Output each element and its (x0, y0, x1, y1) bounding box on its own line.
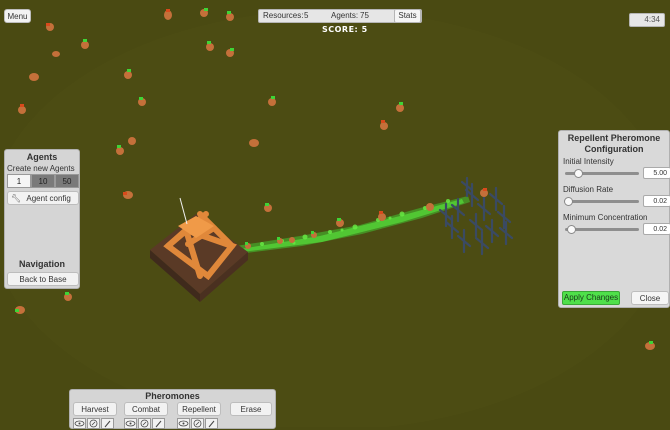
minimum-concentration-value[interactable]: 0.02 (643, 223, 670, 235)
combat-wrench-icon[interactable] (152, 418, 165, 429)
diffusion-rate-value[interactable]: 0.02 (643, 195, 670, 207)
menu-button[interactable]: Menu (4, 9, 31, 23)
create-50-button[interactable]: 50 (55, 174, 79, 188)
score-display: SCORE: 5 (322, 25, 368, 34)
resources-label: Resources: (263, 11, 304, 20)
minimum-concentration-slider[interactable] (565, 228, 639, 231)
back-to-base-button[interactable]: Back to Base (7, 272, 79, 286)
resources-value: 5 (304, 11, 309, 20)
initial-intensity-value[interactable]: 5.00 (643, 167, 670, 179)
score-label: SCORE: (322, 25, 359, 34)
repellent-wrench-icon[interactable] (205, 418, 218, 429)
create-10-button[interactable]: 10 (31, 174, 55, 188)
wrench-icon: 🔧︎ (11, 194, 22, 203)
harvest-wrench-icon[interactable] (101, 418, 114, 429)
combat-compass-icon[interactable] (138, 418, 151, 429)
config-title-line1: Repellent Pheromone (567, 133, 661, 143)
pheromones-panel: Pheromones Harvest Combat Repellent Eras… (69, 389, 276, 429)
initial-intensity-thumb[interactable] (573, 169, 583, 178)
agents-panel: Agents Create new Agents 1 10 50 🔧︎ Agen… (4, 149, 80, 289)
diffusion-rate-slider[interactable] (565, 200, 639, 203)
initial-intensity-label: Initial Intensity (563, 157, 614, 166)
combat-eye-icon[interactable] (124, 418, 137, 429)
close-button[interactable]: Close (631, 291, 669, 305)
repellent-config-panel: Repellent Pheromone Configuration Initia… (558, 130, 670, 308)
agents-panel-title: Agents (26, 152, 58, 162)
status-bar: Resources: 5 Agents: 75 Stats (258, 9, 422, 23)
minimum-concentration-label: Minimum Concentration (563, 213, 648, 222)
navigation-title: Navigation (18, 259, 65, 269)
agent-config-button[interactable]: 🔧︎ Agent config (7, 191, 79, 205)
repellent-button[interactable]: Repellent (177, 402, 221, 416)
erase-button[interactable]: Erase (230, 402, 272, 416)
create-agents-label: Create new Agents (7, 164, 75, 173)
harvest-eye-icon[interactable] (73, 418, 86, 429)
score-value: 5 (361, 25, 368, 34)
apply-changes-button[interactable]: Apply Changes (562, 291, 620, 305)
stats-button[interactable]: Stats (394, 9, 421, 23)
minimum-concentration-thumb[interactable] (567, 225, 577, 234)
combat-button[interactable]: Combat (124, 402, 168, 416)
pheromones-title: Pheromones (145, 391, 200, 401)
harvest-button[interactable]: Harvest (73, 402, 117, 416)
create-1-button[interactable]: 1 (7, 174, 31, 188)
diffusion-rate-thumb[interactable] (564, 197, 573, 206)
agent-config-label: Agent config (26, 194, 71, 203)
config-title-line2: Configuration (584, 144, 644, 154)
diffusion-rate-label: Diffusion Rate (563, 185, 614, 194)
repellent-eye-icon[interactable] (177, 418, 190, 429)
repellent-compass-icon[interactable] (191, 418, 204, 429)
game-clock: 4:34 (629, 13, 665, 27)
agents-label: Agents: (331, 11, 359, 20)
harvest-compass-icon[interactable] (87, 418, 100, 429)
agents-value: 75 (360, 11, 369, 20)
